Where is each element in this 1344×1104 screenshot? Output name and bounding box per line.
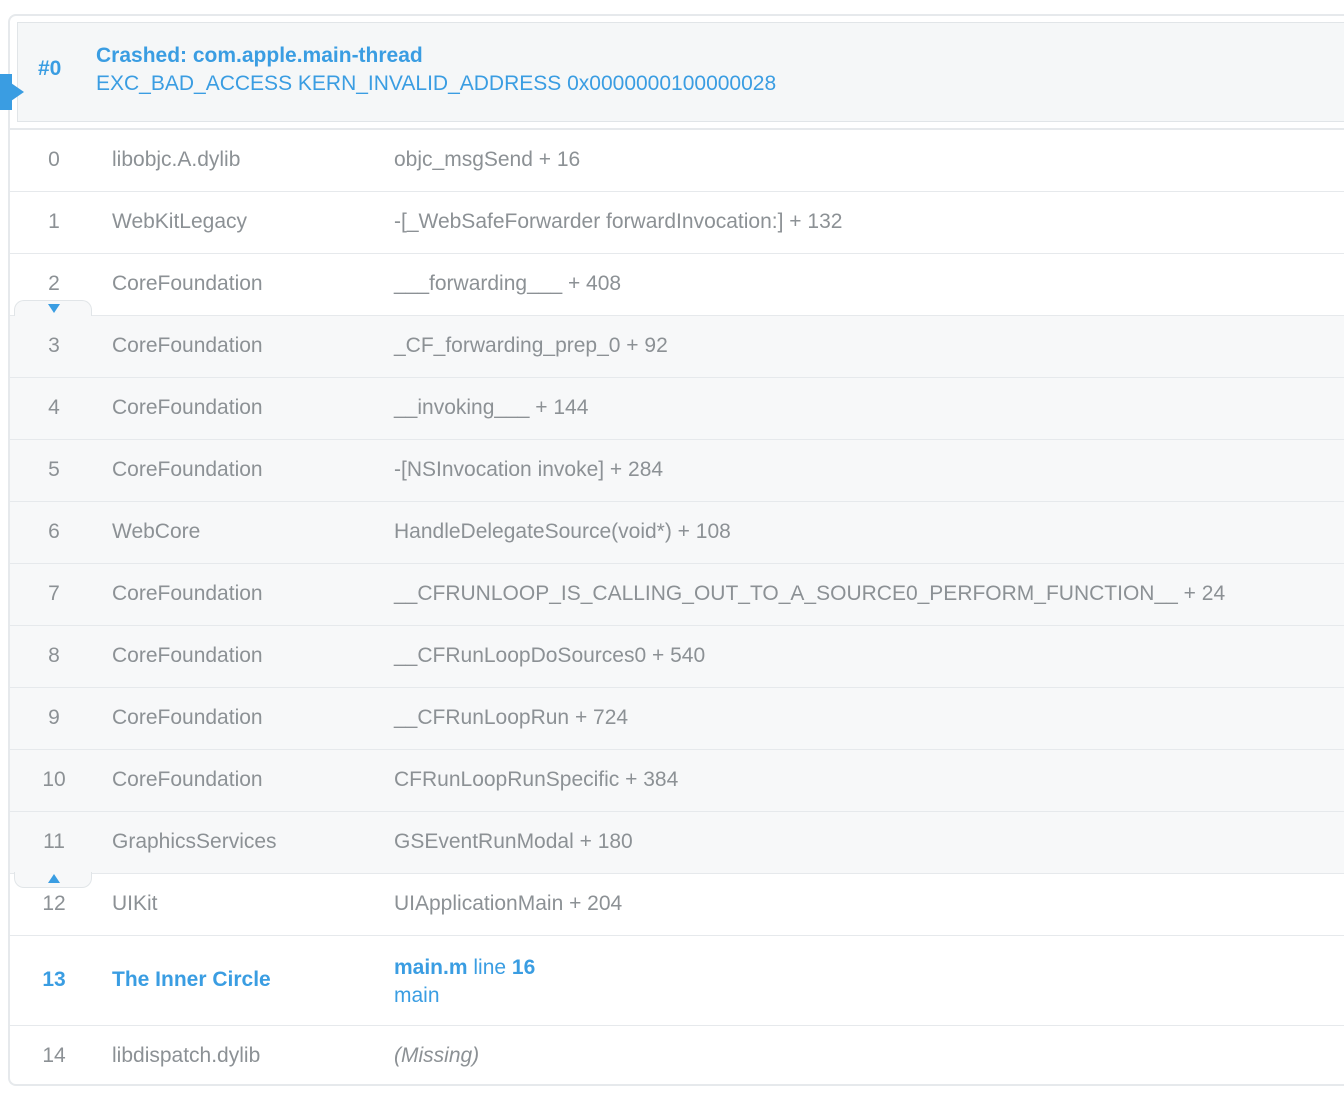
frame-number: 8 [48, 644, 60, 667]
frame-symbol: -[NSInvocation invoke] + 284 [394, 458, 664, 481]
stack-frame-row[interactable]: 3 CoreFoundation _CF_forwarding_prep_0 +… [10, 316, 1344, 378]
stack-frame-row[interactable]: 12 UIKit UIApplicationMain + 204 [10, 874, 1344, 936]
frame-library: UIKit [112, 892, 158, 915]
stack-frame-row[interactable]: 0 libobjc.A.dylib objc_msgSend + 16 [10, 130, 1344, 192]
frame-library: CoreFoundation [112, 458, 263, 481]
stack-frame-list: 0 libobjc.A.dylib objc_msgSend + 16 1 We… [10, 130, 1344, 1087]
frame-number: 6 [48, 520, 60, 543]
chevron-down-icon [48, 304, 60, 313]
chevron-up-icon [48, 874, 60, 883]
blamed-frame-marker-icon [0, 74, 24, 110]
frame-number: 5 [48, 458, 60, 481]
frame-library: libdispatch.dylib [112, 1044, 261, 1067]
frame-number: 11 [43, 830, 65, 853]
frame-library: GraphicsServices [112, 830, 277, 853]
frame-number: 4 [48, 396, 60, 419]
frame-library: CoreFoundation [112, 334, 263, 357]
collapse-frames-bottom-button[interactable] [14, 872, 92, 888]
frame-function: main [394, 984, 440, 1007]
frame-library: CoreFoundation [112, 582, 263, 605]
stack-frame-row[interactable]: 11 GraphicsServices GSEventRunModal + 18… [10, 812, 1344, 874]
frame-symbol: __CFRunLoopDoSources0 + 540 [394, 644, 706, 667]
frame-number: 9 [48, 706, 60, 729]
stack-frame-row-app[interactable]: 13 The Inner Circle main.m line 16 main [10, 936, 1344, 1026]
frame-number: 10 [42, 768, 66, 791]
frame-library: CoreFoundation [112, 706, 263, 729]
frame-symbol: __CFRunLoopRun + 724 [394, 706, 629, 729]
frame-number: 2 [48, 272, 60, 295]
frame-number: 13 [42, 968, 66, 991]
thread-id: #0 [38, 57, 62, 80]
frame-symbol: _CF_forwarding_prep_0 + 92 [394, 334, 668, 357]
stack-frame-row[interactable]: 4 CoreFoundation __invoking___ + 144 [10, 378, 1344, 440]
frame-number: 12 [42, 892, 66, 915]
frame-library: CoreFoundation [112, 396, 263, 419]
frame-library: CoreFoundation [112, 768, 263, 791]
frame-number: 7 [48, 582, 60, 605]
frame-number: 1 [48, 210, 60, 233]
collapse-frames-top-button[interactable] [14, 300, 92, 316]
frame-symbol: -[_WebSafeForwarder forwardInvocation:] … [394, 210, 843, 233]
thread-header: #0 Crashed: com.apple.main-thread EXC_BA… [17, 22, 1344, 122]
thread-title: Crashed: com.apple.main-thread [96, 44, 423, 67]
frame-symbol: __CFRUNLOOP_IS_CALLING_OUT_TO_A_SOURCE0_… [394, 582, 1226, 605]
stack-frame-row[interactable]: 6 WebCore HandleDelegateSource(void*) + … [10, 502, 1344, 564]
frame-library: CoreFoundation [112, 272, 263, 295]
frame-symbol: HandleDelegateSource(void*) + 108 [394, 520, 731, 543]
frame-number: 3 [48, 334, 60, 357]
frame-symbol: (Missing) [394, 1044, 480, 1067]
stack-frame-row[interactable]: 7 CoreFoundation __CFRUNLOOP_IS_CALLING_… [10, 564, 1344, 626]
stack-frame-row[interactable]: 10 CoreFoundation CFRunLoopRunSpecific +… [10, 750, 1344, 812]
frame-file-line[interactable]: main.m line 16 [394, 956, 535, 979]
stack-frame-row[interactable]: 1 WebKitLegacy -[_WebSafeForwarder forwa… [10, 192, 1344, 254]
frame-symbol: __invoking___ + 144 [394, 396, 589, 419]
frame-library: CoreFoundation [112, 644, 263, 667]
frame-number: 0 [48, 148, 60, 171]
thread-exception: EXC_BAD_ACCESS KERN_INVALID_ADDRESS 0x00… [96, 72, 777, 95]
frame-symbol: UIApplicationMain + 204 [394, 892, 623, 915]
stack-frame-row[interactable]: 5 CoreFoundation -[NSInvocation invoke] … [10, 440, 1344, 502]
frame-library: WebCore [112, 520, 201, 543]
frame-library: libobjc.A.dylib [112, 148, 241, 171]
frame-source-location: main.m line 16 main [394, 954, 535, 1010]
stack-frame-row[interactable]: 2 CoreFoundation ___forwarding___ + 408 [10, 254, 1344, 316]
stack-frame-row[interactable]: 9 CoreFoundation __CFRunLoopRun + 724 [10, 688, 1344, 750]
frame-library: WebKitLegacy [112, 210, 248, 233]
frame-symbol: ___forwarding___ + 408 [394, 272, 622, 295]
stack-frame-row[interactable]: 14 libdispatch.dylib (Missing) [10, 1026, 1344, 1087]
frame-file: main.m [394, 956, 468, 979]
frame-symbol: objc_msgSend + 16 [394, 148, 581, 171]
frame-library: The Inner Circle [112, 968, 271, 991]
frame-line-word: line [473, 956, 507, 979]
frame-number: 14 [42, 1044, 66, 1067]
frame-symbol: GSEventRunModal + 180 [394, 830, 633, 853]
frame-symbol: CFRunLoopRunSpecific + 384 [394, 768, 679, 791]
frame-line-number: 16 [511, 956, 536, 979]
stack-frame-row[interactable]: 8 CoreFoundation __CFRunLoopDoSources0 +… [10, 626, 1344, 688]
